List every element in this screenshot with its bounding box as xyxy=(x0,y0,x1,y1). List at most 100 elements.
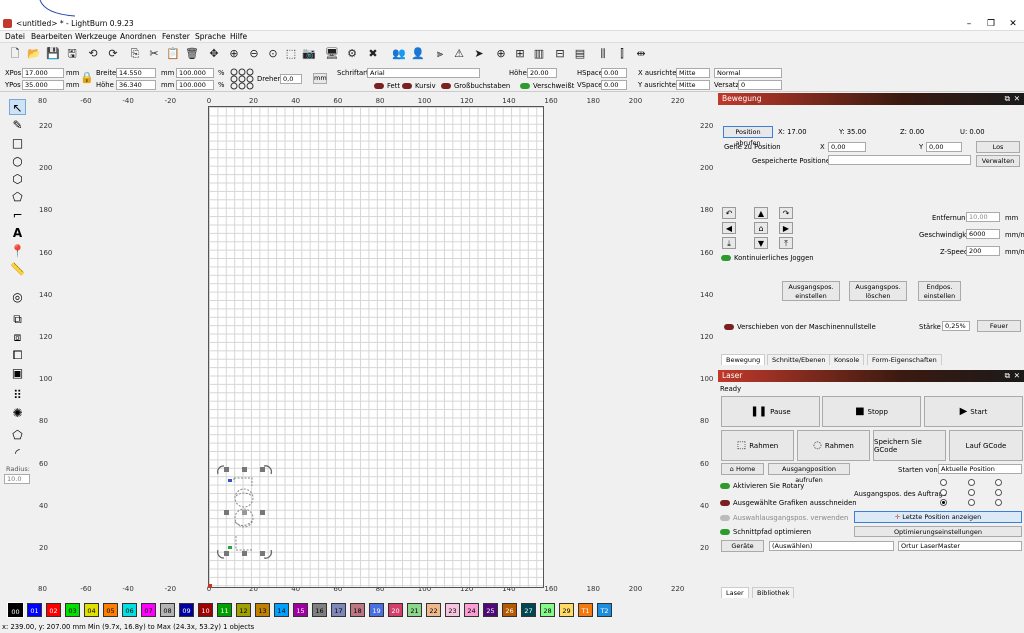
delete-icon[interactable]: 🗑 xyxy=(185,47,199,61)
mm-toggle-button[interactable]: mm xyxy=(313,73,327,84)
fire-button[interactable]: Feuer xyxy=(977,320,1021,332)
weld-icon[interactable]: ⧉ xyxy=(9,311,26,327)
pause-button[interactable]: ❚❚ Pause xyxy=(721,396,820,427)
breite-input[interactable]: 14.550 xyxy=(116,68,156,78)
jog-z-down-icon[interactable]: ⤓ xyxy=(722,237,736,249)
vspace-input[interactable]: 0.00 xyxy=(601,80,627,90)
cut-selected-toggle[interactable]: Ausgewählte Grafiken ausschneiden xyxy=(720,499,857,507)
mirror-icon[interactable]: ⫸ xyxy=(433,47,447,61)
distribute-icon[interactable]: ▤ xyxy=(573,47,587,61)
drehen-input[interactable]: 0,0 xyxy=(280,74,302,84)
settings-icon[interactable]: ⚙ xyxy=(345,47,359,61)
zoom-out-icon[interactable]: ⊖ xyxy=(247,47,261,61)
origin-radio-tr[interactable] xyxy=(995,479,1002,486)
origin-radio-mc[interactable] xyxy=(968,489,975,496)
layer-color-22[interactable]: 22 xyxy=(426,603,441,617)
run-gcode-button[interactable]: Lauf GCode xyxy=(949,430,1023,461)
open-folder-icon[interactable]: 📂 xyxy=(27,47,41,61)
layer-color-01[interactable]: 01 xyxy=(27,603,42,617)
align-vert-icon[interactable]: ⊟ xyxy=(553,47,567,61)
jog-right-icon[interactable]: ▶ xyxy=(779,222,793,234)
panel-close-icon[interactable]: ✕ xyxy=(1014,93,1020,105)
menu-werkzeuge[interactable]: Werkzeuge xyxy=(75,32,117,41)
tab-schnitte-ebenen[interactable]: Schnitte/Ebenen xyxy=(767,354,831,365)
jog-z-up-icon[interactable]: ⤒ xyxy=(779,237,793,249)
zspeed-input[interactable]: 200 xyxy=(966,246,1000,256)
set-origin-button[interactable]: Ausgangspos. einstellen xyxy=(782,281,840,301)
scale-y-input[interactable]: 100.000 xyxy=(176,80,214,90)
start-from-select[interactable]: Aktuelle Position xyxy=(938,464,1022,474)
layer-color-02[interactable]: 02 xyxy=(46,603,61,617)
origin-radio-mr[interactable] xyxy=(995,489,1002,496)
cut-icon[interactable]: ✂ xyxy=(147,47,161,61)
x-align-select[interactable]: Mitte xyxy=(676,68,710,78)
tools-icon[interactable]: ✖ xyxy=(366,47,380,61)
rotary-toggle[interactable]: Aktivieren Sie Rotary xyxy=(720,482,804,490)
start-button[interactable]: ▶ Start xyxy=(924,396,1023,427)
clear-origin-button[interactable]: Ausgangspos. löschen xyxy=(849,281,907,301)
save-icon[interactable]: 💾 xyxy=(46,47,60,61)
undo-icon[interactable]: ⟲ xyxy=(86,47,100,61)
layer-color-07[interactable]: 07 xyxy=(141,603,156,617)
origin-radio-tc[interactable] xyxy=(968,479,975,486)
menu-sprache[interactable]: Sprache xyxy=(195,32,226,41)
ellipse-icon[interactable]: ○ xyxy=(9,153,26,169)
radius-input[interactable]: 10.0 xyxy=(4,474,30,484)
measure-icon[interactable]: 📏 xyxy=(9,261,26,277)
y-align-select[interactable]: Mitte xyxy=(676,80,710,90)
devices-button[interactable]: Geräte xyxy=(721,540,764,552)
flip-icon[interactable]: ⚠ xyxy=(452,47,466,61)
zoom-selection-icon[interactable]: ⬚ xyxy=(284,47,298,61)
float-icon[interactable]: ⧉ xyxy=(1005,93,1010,105)
layer-color-03[interactable]: 03 xyxy=(65,603,80,617)
tab-bibliothek[interactable]: Bibliothek xyxy=(752,587,795,598)
origin-radio-br[interactable] xyxy=(995,499,1002,506)
jog-rotate-ccw-icon[interactable]: ↶ xyxy=(722,207,736,219)
distribute-v-icon[interactable]: ⫿ xyxy=(615,47,629,61)
text-mode-select[interactable]: Normal xyxy=(714,68,782,78)
offset-icon[interactable]: ◎ xyxy=(9,289,26,305)
zoom-fit-icon[interactable]: ⊙ xyxy=(266,47,280,61)
optimization-settings-button[interactable]: Optimierungseinstellungen xyxy=(854,526,1022,537)
layer-color-27[interactable]: 27 xyxy=(521,603,536,617)
save-as-icon[interactable]: 🖫 xyxy=(65,47,79,61)
layer-color-25[interactable]: 25 xyxy=(483,603,498,617)
layer-color-16[interactable]: 16 xyxy=(312,603,327,617)
offset-toggle[interactable]: Verschieben von der Maschinennullstelle xyxy=(724,323,876,331)
layer-color-18[interactable]: 18 xyxy=(350,603,365,617)
pan-icon[interactable]: ✥ xyxy=(207,47,221,61)
tab-laser[interactable]: Laser xyxy=(721,587,749,598)
jog-left-icon[interactable]: ◀ xyxy=(722,222,736,234)
group-icon[interactable]: 👥 xyxy=(392,47,406,61)
distribute-h-icon[interactable]: ⫼ xyxy=(596,47,610,61)
boolean-icon[interactable]: ⧈ xyxy=(9,329,26,345)
layer-color-10[interactable]: 10 xyxy=(198,603,213,617)
get-position-button[interactable]: Position abrufen xyxy=(723,126,773,147)
layer-color-09[interactable]: 09 xyxy=(179,603,194,617)
pen-icon[interactable]: ⬠ xyxy=(9,189,26,205)
text-icon[interactable]: A xyxy=(9,225,26,241)
set-end-button[interactable]: Endpos. einstellen xyxy=(918,281,961,301)
monitor-icon[interactable]: 🖥 xyxy=(325,47,339,61)
ypos-input[interactable]: 35.000 xyxy=(22,80,64,90)
circular-array-icon[interactable]: ✺ xyxy=(9,405,26,421)
intersect-icon[interactable]: ▣ xyxy=(9,365,26,381)
anchor-grid-icon[interactable] xyxy=(230,68,254,90)
menu-hilfe[interactable]: Hilfe xyxy=(230,32,247,41)
position-icon[interactable]: 📍 xyxy=(9,243,26,259)
layer-color-28[interactable]: 28 xyxy=(540,603,555,617)
distance-input[interactable]: 10,00 xyxy=(966,212,1000,222)
stop-button[interactable]: ■ Stopp xyxy=(822,396,921,427)
layer-color-14[interactable]: 14 xyxy=(274,603,289,617)
layer-color-T1[interactable]: T1 xyxy=(578,603,593,617)
tab-bewegung[interactable]: Bewegung xyxy=(721,354,766,365)
target-icon[interactable]: ⊕ xyxy=(494,47,508,61)
laser-close-icon[interactable]: ✕ xyxy=(1014,370,1020,382)
tab-icon[interactable]: ⬠ xyxy=(9,427,26,443)
go-button[interactable]: Los xyxy=(976,141,1020,153)
align-icon[interactable]: ▥ xyxy=(532,47,546,61)
verschweisst-toggle[interactable]: Verschweißt xyxy=(520,82,574,90)
optimize-toggle[interactable]: Schnittpfad optimieren xyxy=(720,528,811,536)
menu-anordnen[interactable]: Anordnen xyxy=(120,32,156,41)
jog-up-icon[interactable]: ▲ xyxy=(754,207,768,219)
